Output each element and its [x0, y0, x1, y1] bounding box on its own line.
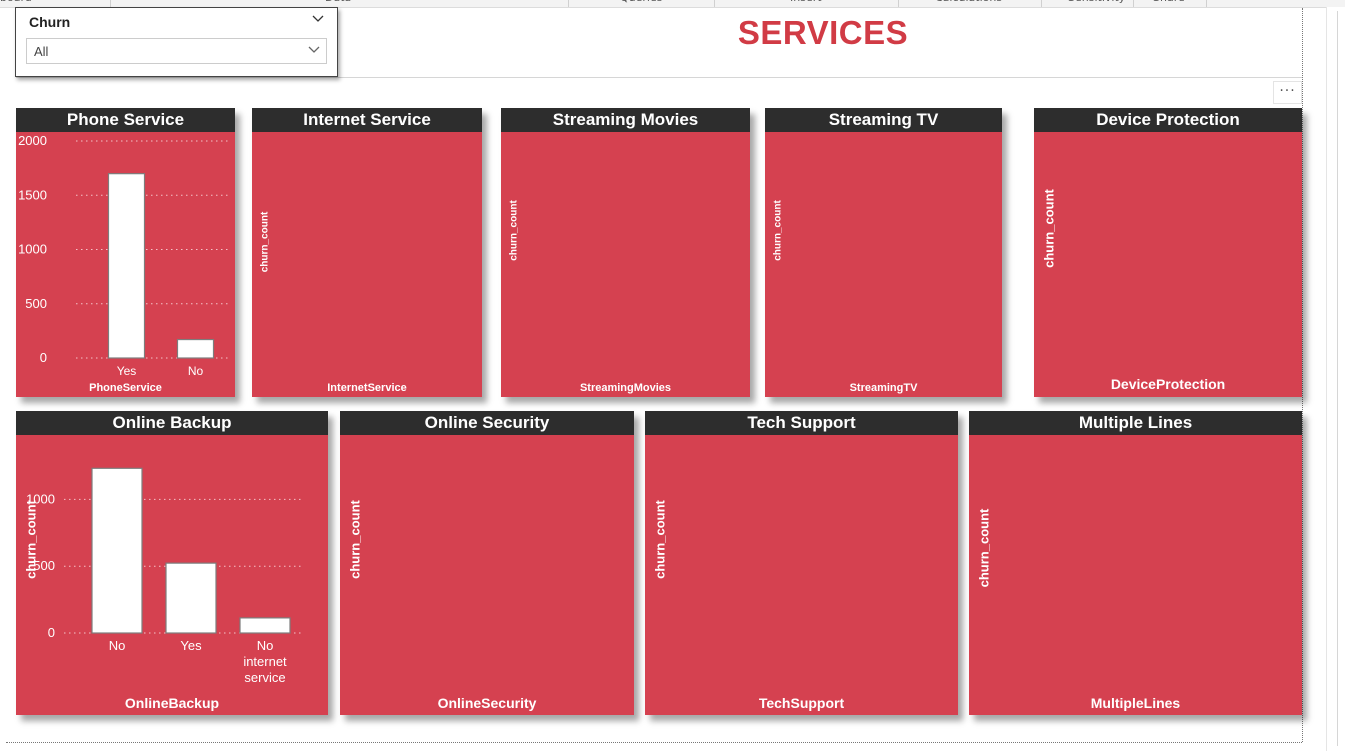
bar-chart: 05001000FiberopticDSLNoInternetServicech…	[260, 211, 407, 394]
page-title: SERVICES	[737, 14, 909, 51]
bar-chart: 05001000NoYesNointernetserviceStreamingM…	[509, 200, 672, 394]
slicer-dropdown[interactable]: All	[26, 38, 327, 64]
chart-panel-tech-support[interactable]: Tech Support0500100015002000NoYesNointer…	[645, 411, 958, 715]
x-axis-title: InternetService	[327, 382, 406, 394]
chart-panel-phone-service[interactable]: Phone Service 0 500 1000 1500 2000 Yes No PhoneS…	[16, 108, 235, 397]
chart-panel-streaming-movies[interactable]: Streaming Movies05001000NoYesNointernets…	[501, 108, 750, 397]
bar[interactable]	[91, 467, 143, 634]
y-tick-label: 2000	[18, 133, 47, 148]
y-tick-label: 0	[40, 350, 47, 365]
slicer-selected-value: All	[34, 44, 49, 59]
y-tick-label: 0	[48, 625, 55, 640]
bar-chart: 05001000No Yes No internet serviceOnlineBack…	[24, 467, 302, 711]
y-axis-title: churn_count	[260, 211, 271, 272]
y-tick-label: 1000	[18, 242, 47, 257]
x-tick-label: Yes	[117, 364, 137, 378]
y-axis-title: churn_count	[977, 508, 992, 587]
ribbon-item[interactable]: Insert	[790, 0, 822, 4]
ribbon-separator	[714, 0, 715, 7]
y-tick-label: 500	[25, 296, 47, 311]
chart-panel-device-protection[interactable]: Device Protection05001000No545YesNointer…	[1034, 108, 1302, 397]
y-axis-title: churn_count	[653, 499, 668, 578]
y-axis-title: churn_count	[348, 499, 363, 578]
ribbon-separator	[1041, 0, 1042, 7]
bar[interactable]	[176, 338, 215, 359]
canvas-border-bottom	[6, 742, 1302, 743]
x-axis-title: StreamingTV	[850, 382, 919, 394]
y-axis-title: churn_count	[1042, 188, 1057, 267]
ribbon-item[interactable]: Calculations	[935, 0, 1002, 4]
y-axis-title: churn_count	[509, 200, 520, 261]
bar-chart: 0500100015002000NoYesNointernetserviceOn…	[348, 499, 537, 711]
bar[interactable]	[107, 173, 146, 359]
more-options-button[interactable]: ···	[1273, 81, 1302, 104]
bar[interactable]	[239, 617, 291, 634]
x-axis-title: OnlineBackup	[125, 695, 219, 711]
bar-chart: 05001000NoYesNointernetserviceStreamingT…	[773, 200, 919, 394]
ribbon-item[interactable]: Share	[1153, 0, 1185, 4]
ribbon-separator	[568, 0, 569, 7]
x-axis-title: OnlineSecurity	[438, 695, 537, 711]
vertical-scrollbar[interactable]	[1326, 7, 1345, 751]
slicer-title: Churn	[29, 14, 71, 30]
y-axis-title: churn_count	[773, 200, 784, 261]
x-tick-label: No	[109, 638, 126, 653]
x-tick-label: No internet service	[243, 638, 287, 685]
churn-slicer[interactable]: Churn All	[15, 7, 338, 77]
chart-panel-internet-service[interactable]: Internet Service05001000FiberopticDSLNoI…	[252, 108, 482, 397]
chart-panel-online-backup[interactable]: Online Backup 0 500 1000 No Yes No internet serv…	[16, 411, 328, 715]
ribbon-separator	[110, 0, 111, 7]
bar-chart: 05001000No545YesNointernetserviceDeviceP…	[1042, 188, 1226, 392]
ribbon-item[interactable]: Queries	[620, 0, 662, 4]
x-axis-title: MultipleLines	[1091, 695, 1181, 711]
bar[interactable]	[165, 562, 217, 634]
x-axis-title: DeviceProtection	[1111, 376, 1225, 392]
bar-chart: 0 500 1000 1500 2000 Yes No PhoneService	[18, 133, 230, 394]
ribbon-separator	[1206, 0, 1207, 7]
bar-chart: 0500100015002000NoYesNointernetserviceTe…	[653, 499, 845, 711]
ribbon-separator	[898, 0, 899, 7]
y-axis-title: churn_count	[24, 499, 39, 578]
canvas-border-right	[1302, 8, 1303, 742]
bar-chart: 05001000850YesNoNo phoneserviceMultipleL…	[977, 508, 1181, 711]
chart-panel-streaming-tv[interactable]: Streaming TV05001000NoYesNointernetservi…	[765, 108, 1002, 397]
x-axis-title: TechSupport	[759, 695, 845, 711]
x-axis-title: StreamingMovies	[580, 382, 671, 394]
chevron-down-icon[interactable]	[312, 15, 324, 23]
x-tick-label: Yes	[180, 638, 202, 653]
ribbon-item[interactable]: Sensitivity	[1068, 0, 1125, 4]
chart-panel-multiple-lines[interactable]: Multiple Lines05001000850YesNoNo phonese…	[969, 411, 1302, 715]
scrollbar-track[interactable]	[1337, 11, 1338, 746]
y-tick-label: 1500	[18, 187, 47, 202]
ribbon-item[interactable]: Data	[325, 0, 351, 4]
ribbon-item[interactable]: board	[0, 0, 32, 4]
chevron-down-icon[interactable]	[308, 46, 320, 54]
header-divider	[16, 77, 1302, 78]
x-tick-label: No	[188, 364, 204, 378]
ribbon-separator	[1133, 0, 1134, 7]
x-axis-title: PhoneService	[89, 382, 162, 394]
chart-panel-online-security[interactable]: Online Security0500100015002000NoYesNoin…	[340, 411, 634, 715]
